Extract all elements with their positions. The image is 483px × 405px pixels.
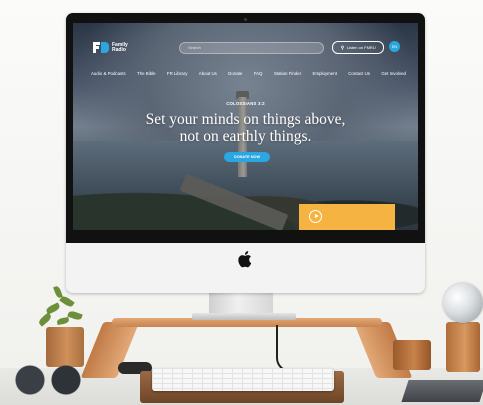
verse-reference: COLOSSIANS 3:2 xyxy=(226,101,265,106)
logo-text: Family Radio xyxy=(112,41,128,53)
nav-item-audio-podcasts[interactable]: Audio & Podcasts xyxy=(91,71,126,76)
nav-item-faq[interactable]: FAQ xyxy=(254,71,263,76)
laptop xyxy=(401,380,483,402)
nav-item-donate[interactable]: Donate xyxy=(228,71,242,76)
nav-item-contact-us[interactable]: Contact Us xyxy=(348,71,370,76)
verse-text: Set your minds on things above, not on e… xyxy=(73,111,418,145)
nav-item-station-finder[interactable]: Station Finder xyxy=(274,71,301,76)
camera-icon xyxy=(244,18,247,21)
verse-line-1: Set your minds on things above, xyxy=(145,111,346,128)
main-nav: Audio & Podcasts The Bible FR Library Ab… xyxy=(91,71,406,76)
search-bar[interactable] xyxy=(179,42,324,54)
logo-mark-icon xyxy=(93,42,109,53)
wood-cube xyxy=(393,340,431,370)
search-input[interactable] xyxy=(188,45,308,50)
donate-now-button[interactable]: DONATE NOW xyxy=(224,152,270,162)
listen-label: Listen on FMRL! xyxy=(346,45,377,50)
play-icon[interactable] xyxy=(309,210,322,223)
monitor-stand-foot xyxy=(192,313,296,320)
nav-item-get-involved[interactable]: Get Involved xyxy=(381,71,406,76)
website-screen: Family Radio Listen on FMRL! EN Audio & … xyxy=(73,23,418,230)
listen-button[interactable]: Listen on FMRL! xyxy=(332,41,384,54)
lamp-bulb xyxy=(443,283,483,323)
nav-item-about-us[interactable]: About Us xyxy=(199,71,217,76)
family-radio-logo[interactable]: Family Radio xyxy=(93,42,138,53)
radio-icon xyxy=(340,45,344,50)
language-button[interactable]: EN xyxy=(389,41,400,52)
lamp-base xyxy=(446,322,480,372)
keyboard xyxy=(152,368,334,391)
plant-pot xyxy=(46,327,84,367)
monitor-cable xyxy=(276,325,300,372)
nav-item-the-bible[interactable]: The Bible xyxy=(137,71,156,76)
verse-line-2: not on earthly things. xyxy=(179,128,312,145)
audio-player xyxy=(299,204,395,230)
nav-item-fr-library[interactable]: FR Library xyxy=(167,71,188,76)
nav-item-employment[interactable]: Employment xyxy=(313,71,337,76)
apple-icon xyxy=(238,251,252,268)
headphones xyxy=(8,363,88,397)
